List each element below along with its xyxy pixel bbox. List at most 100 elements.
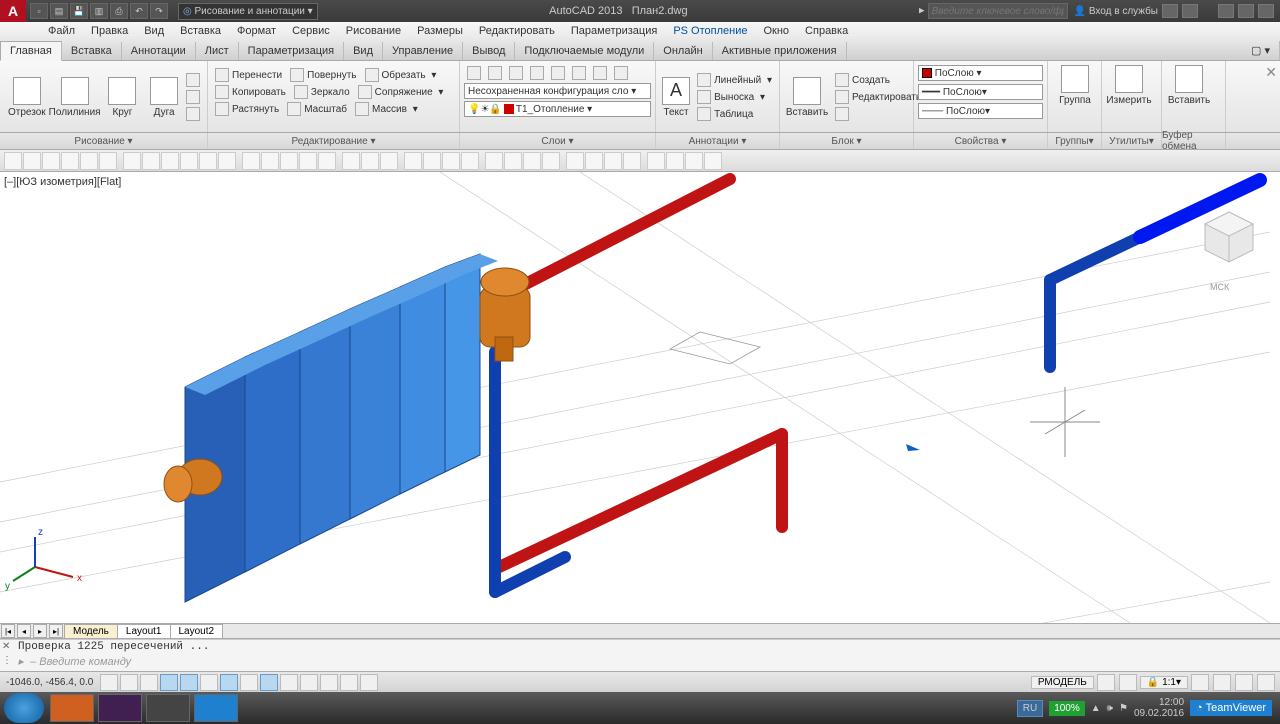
help-icon[interactable] (1182, 4, 1198, 18)
tpy-toggle[interactable] (300, 674, 318, 691)
anno-scale[interactable]: 🔒 1:1▾ (1140, 676, 1188, 689)
qat-undo-icon[interactable]: ↶ (130, 3, 148, 19)
layer-prop-icon[interactable] (464, 65, 484, 81)
move-button[interactable]: Перенести (212, 67, 285, 83)
color-combo[interactable]: ПоСлою ▾ (918, 65, 1043, 81)
trim-button[interactable]: Обрезать ▾ (362, 67, 440, 83)
qp-toggle[interactable] (320, 674, 338, 691)
snap-toggle[interactable] (100, 674, 118, 691)
dim-linear-button[interactable]: Линейный ▾ (694, 72, 775, 88)
start-button[interactable] (4, 693, 44, 723)
tray-icon[interactable]: ▲ (1091, 703, 1101, 714)
tb-icon[interactable] (142, 152, 160, 170)
qat-plot-icon[interactable]: ⎙ (110, 3, 128, 19)
layout-nav-last[interactable]: ▸| (49, 624, 63, 638)
tb-icon[interactable] (123, 152, 141, 170)
tb-icon[interactable] (666, 152, 684, 170)
tb-icon[interactable] (442, 152, 460, 170)
layer-combo[interactable]: 💡☀🔒T1_Отопление ▾ (464, 101, 651, 117)
command-line[interactable]: ✕ ⋮ Проверка 1225 пересечений ... ▸ – Вв… (0, 639, 1280, 671)
polyline-button[interactable]: Полилиния (52, 75, 98, 120)
sc-toggle[interactable] (340, 674, 358, 691)
tb-icon[interactable] (604, 152, 622, 170)
tb-icon[interactable] (342, 152, 360, 170)
app-menu-button[interactable]: A (0, 0, 26, 22)
cmd-handle-icon[interactable]: ⋮ (2, 655, 14, 666)
panel-label-block[interactable]: Блок ▾ (780, 133, 914, 149)
menu-view[interactable]: Вид (136, 25, 172, 37)
status-icon[interactable] (1119, 674, 1137, 691)
tb-icon[interactable] (380, 152, 398, 170)
stretch-button[interactable]: Растянуть (212, 101, 282, 117)
ucs-label[interactable]: МСК (1210, 282, 1230, 292)
qat-save-icon[interactable]: 💾 (70, 3, 88, 19)
layer-freeze-icon[interactable] (506, 65, 526, 81)
menu-edit[interactable]: Правка (83, 25, 136, 37)
maximize-button[interactable] (1238, 4, 1254, 18)
tb-icon[interactable] (299, 152, 317, 170)
panel-label-props[interactable]: Свойства ▾ (914, 133, 1048, 149)
tb-icon[interactable] (218, 152, 236, 170)
tab-addins[interactable]: Подключаемые модули (515, 42, 654, 60)
tb-icon[interactable] (523, 152, 541, 170)
workspace-selector[interactable]: ◎ Рисование и аннотации ▾ (178, 3, 318, 20)
status-icon[interactable] (1257, 674, 1275, 691)
tb-icon[interactable] (261, 152, 279, 170)
panel-label-modify[interactable]: Редактирование ▾ (208, 133, 460, 149)
tb-icon[interactable] (504, 152, 522, 170)
tab-parametric[interactable]: Параметризация (239, 42, 344, 60)
menu-modify[interactable]: Редактировать (471, 25, 563, 37)
menu-dimension[interactable]: Размеры (409, 25, 471, 37)
scale-button[interactable]: Масштаб (284, 101, 350, 117)
close-button[interactable] (1258, 4, 1274, 18)
panel-label-groups[interactable]: Группы▾ (1048, 133, 1102, 149)
lwt-toggle[interactable] (280, 674, 298, 691)
qat-saveas-icon[interactable]: ▥ (90, 3, 108, 19)
menu-window[interactable]: Окно (755, 25, 797, 37)
menu-insert[interactable]: Вставка (172, 25, 229, 37)
tb-icon[interactable] (566, 152, 584, 170)
tab-annotate[interactable]: Аннотации (122, 42, 196, 60)
teamviewer-panel[interactable]: ◔ TeamViewer (1190, 700, 1272, 716)
tb-icon[interactable] (361, 152, 379, 170)
tb-icon[interactable] (585, 152, 603, 170)
layout-tab-1[interactable]: Layout1 (117, 624, 171, 639)
exchange-icon[interactable] (1162, 4, 1178, 18)
tb-icon[interactable] (42, 152, 60, 170)
qat-new-icon[interactable]: ▫ (30, 3, 48, 19)
minimize-button[interactable] (1218, 4, 1234, 18)
layer-prev-icon[interactable] (590, 65, 610, 81)
hatch-icon[interactable] (183, 106, 203, 122)
tab-express[interactable]: Активные приложения (713, 42, 847, 60)
block-create-button[interactable]: Создать (832, 72, 924, 88)
tab-view[interactable]: Вид (344, 42, 383, 60)
tb-icon[interactable] (647, 152, 665, 170)
tab-layout[interactable]: Лист (196, 42, 239, 60)
menu-tools[interactable]: Сервис (284, 25, 338, 37)
tb-icon[interactable] (4, 152, 22, 170)
copy-button[interactable]: Копировать (212, 84, 289, 100)
lineweight-combo[interactable]: ━━━ ПоСлою▾ (918, 84, 1043, 100)
tab-output[interactable]: Вывод (463, 42, 515, 60)
taskbar-app[interactable] (98, 694, 142, 722)
tb-icon[interactable] (461, 152, 479, 170)
status-icon[interactable] (1191, 674, 1209, 691)
menu-format[interactable]: Формат (229, 25, 284, 37)
tray-icon[interactable]: 🕪 (1107, 703, 1113, 714)
status-icon[interactable] (1213, 674, 1231, 691)
layout-nav-prev[interactable]: ◂ (17, 624, 31, 638)
otrack-toggle[interactable] (220, 674, 238, 691)
block-edit-button[interactable]: Редактировать (832, 89, 924, 105)
layer-iso-icon[interactable] (485, 65, 505, 81)
ducs-toggle[interactable] (240, 674, 258, 691)
ribbon-toggle[interactable]: ▢ ▾ (1242, 41, 1280, 60)
tab-home[interactable]: Главная (0, 41, 62, 61)
panel-label-clip[interactable]: Буфер обмена (1162, 133, 1226, 149)
tb-icon[interactable] (242, 152, 260, 170)
rotate-button[interactable]: Повернуть (287, 67, 359, 83)
search-input[interactable] (928, 3, 1068, 19)
tab-online[interactable]: Онлайн (654, 42, 712, 60)
taskbar-app[interactable] (50, 694, 94, 722)
clock[interactable]: 12:0009.02.2016 (1134, 697, 1184, 719)
tb-icon[interactable] (23, 152, 41, 170)
